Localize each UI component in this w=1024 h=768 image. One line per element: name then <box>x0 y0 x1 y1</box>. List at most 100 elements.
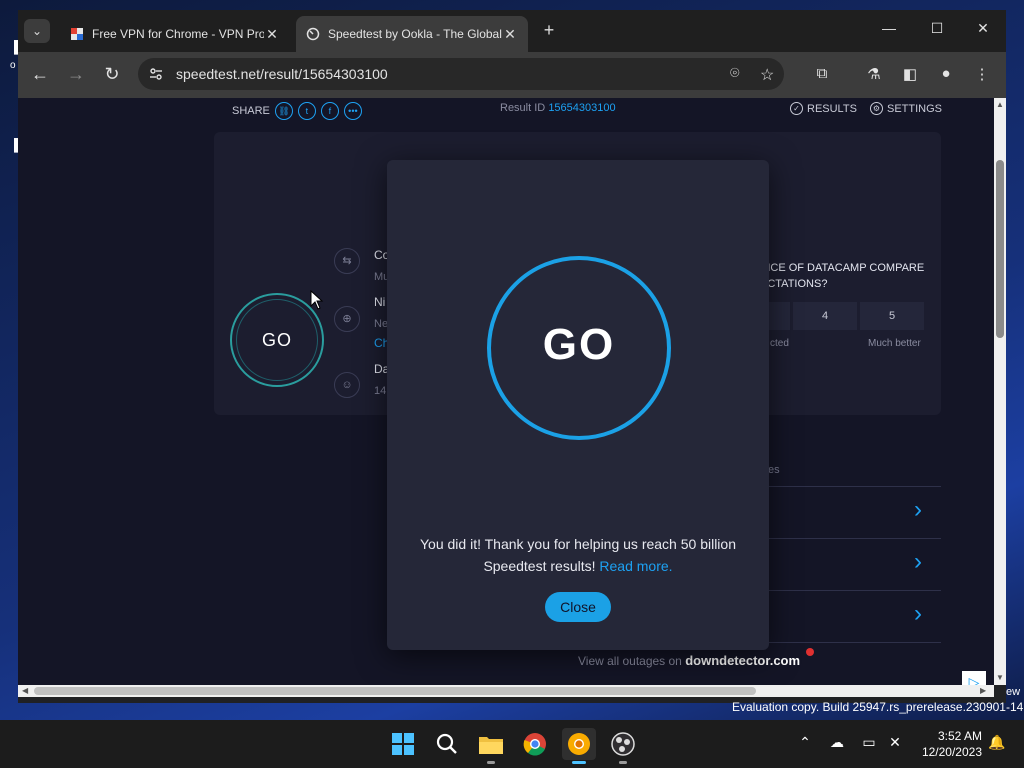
settings-link[interactable]: ⚙ SETTINGS <box>870 102 942 115</box>
modal-message-text: You did it! Thank you for helping us rea… <box>420 536 736 574</box>
scroll-down-arrow-icon[interactable]: ▼ <box>994 673 1006 682</box>
display-icon[interactable]: ▭ <box>858 734 880 751</box>
chrome-canary-button[interactable] <box>562 728 596 764</box>
close-tab-icon[interactable]: ✕ <box>502 26 518 43</box>
tab-strip: ⌄ Free VPN for Chrome - VPN Pro ✕ Speedt… <box>18 10 1006 52</box>
side-panel-icon[interactable]: ◧ <box>900 65 920 83</box>
horizontal-scrollbar[interactable]: ◀ ▶ <box>18 685 994 697</box>
outages-heading-fragment: es <box>768 464 780 476</box>
close-window-button[interactable]: ✕ <box>968 20 998 37</box>
celebration-modal: GO You did it! Thank you for helping us … <box>387 160 769 650</box>
tab-vpn[interactable]: Free VPN for Chrome - VPN Pro ✕ <box>60 16 290 52</box>
clock-time: 3:52 AM <box>937 729 982 743</box>
speedtest-page: SHARE ⛓ t f ••• Result ID 15654303100 ✓ … <box>18 98 994 685</box>
scroll-left-arrow-icon[interactable]: ◀ <box>22 685 28 697</box>
system-clock[interactable]: 3:52 AM 12/20/2023 <box>916 728 982 760</box>
result-id-label: Result ID <box>500 102 546 114</box>
tab-speedtest[interactable]: Speedtest by Ookla - The Global ✕ <box>296 16 528 52</box>
clock-date: 12/20/2023 <box>921 745 982 759</box>
more-share-icon[interactable]: ••• <box>343 102 362 120</box>
folder-icon <box>479 737 503 754</box>
vertical-scroll-thumb[interactable] <box>996 160 1004 338</box>
result-id-value[interactable]: 15654303100 <box>548 102 615 114</box>
modal-message: You did it! Thank you for helping us rea… <box>405 533 751 577</box>
chrome-canary-icon <box>568 733 590 755</box>
evaluation-watermark: Evaluation copy. Build 25947.rs_prerelea… <box>732 700 1024 714</box>
notification-bell-icon[interactable]: 🔔 <box>986 734 1008 751</box>
copy-link-icon[interactable]: ⛓ <box>274 102 293 120</box>
new-tab-button[interactable]: + <box>538 20 560 41</box>
close-button[interactable]: Close <box>545 592 611 622</box>
survey-option-3[interactable] <box>768 302 790 330</box>
adchoices-icon[interactable]: ▷ <box>962 671 986 685</box>
vertical-scrollbar[interactable]: ▲ ▼ <box>994 98 1006 685</box>
extensions-icon[interactable]: ⧉ <box>812 65 832 82</box>
location-icon[interactable]: ⌾ <box>730 65 740 83</box>
active-indicator <box>572 761 586 764</box>
scroll-right-arrow-icon[interactable]: ▶ <box>980 685 986 697</box>
survey-question-line2: ECTATIONS? <box>760 278 828 290</box>
survey-question-line1: VICE OF DATACAMP COMPARE <box>760 262 925 274</box>
scroll-up-arrow-icon[interactable]: ▲ <box>994 100 1006 109</box>
running-indicator <box>487 761 495 764</box>
volume-muted-icon[interactable]: ✕ <box>884 734 906 751</box>
maximize-button[interactable]: ☐ <box>922 20 952 37</box>
divider <box>768 642 941 643</box>
downdetector-brand: downdetector.com <box>685 653 801 668</box>
desktop-icon-fragment: o <box>10 60 16 71</box>
divider <box>768 590 941 591</box>
downdetector-link[interactable]: View all outages on downdetector.com <box>578 653 800 668</box>
chevron-right-icon[interactable]: › <box>914 496 922 524</box>
facebook-icon[interactable]: f <box>320 102 339 120</box>
survey-option-4[interactable]: 4 <box>793 302 857 330</box>
survey-label-left: cted <box>770 338 789 349</box>
chrome-button[interactable] <box>518 728 552 760</box>
results-link[interactable]: ✓ RESULTS <box>790 102 857 115</box>
search-button[interactable] <box>430 728 464 760</box>
site-info-icon[interactable] <box>148 66 164 82</box>
isp-sub: Ne <box>374 318 389 330</box>
address-bar[interactable]: speedtest.net/result/15654303100 ⌾ ☆ <box>138 58 784 90</box>
connections-icon[interactable]: ⇆ <box>334 248 360 274</box>
chrome-icon <box>523 733 546 756</box>
user-icon: ☺ <box>334 372 360 398</box>
bookmark-star-icon[interactable]: ☆ <box>760 65 774 85</box>
read-more-link[interactable]: Read more. <box>599 558 672 574</box>
survey-question: VICE OF DATACAMP COMPARE ECTATIONS? <box>760 260 924 292</box>
profile-icon[interactable]: ● <box>936 65 956 82</box>
divider <box>768 538 941 539</box>
close-tab-icon[interactable]: ✕ <box>264 26 280 43</box>
modal-go-label: GO <box>542 320 616 369</box>
back-button[interactable]: ← <box>28 64 52 84</box>
divider <box>768 486 941 487</box>
tab-title: Speedtest by Ookla - The Global <box>328 27 502 41</box>
obs-button[interactable] <box>606 728 640 764</box>
chevron-right-icon[interactable]: › <box>914 600 922 628</box>
host-sub: 14 <box>374 385 387 397</box>
start-button[interactable] <box>386 728 420 760</box>
survey-label-right: Much better <box>868 338 921 349</box>
windows-logo-icon <box>392 733 414 755</box>
network-icon[interactable]: ☁ <box>826 734 848 751</box>
reload-button[interactable]: ↻ <box>100 64 124 84</box>
url-text[interactable]: speedtest.net/result/15654303100 <box>176 66 388 82</box>
tab-search-button[interactable]: ⌄ <box>24 19 50 43</box>
chevron-right-icon[interactable]: › <box>914 548 922 576</box>
downdetector-dot-icon <box>806 648 814 656</box>
file-explorer-button[interactable] <box>474 728 508 764</box>
menu-icon[interactable]: ⋮ <box>972 65 992 83</box>
go-label: GO <box>261 330 292 350</box>
labs-flask-icon[interactable]: ⚗ <box>864 65 884 83</box>
running-indicator <box>619 761 627 764</box>
horizontal-scroll-thumb[interactable] <box>34 687 756 695</box>
forward-button[interactable]: → <box>64 64 88 84</box>
browser-toolbar: ← → ↻ speedtest.net/result/15654303100 ⌾… <box>18 52 1006 98</box>
minimize-button[interactable]: — <box>874 20 904 36</box>
survey-option-5[interactable]: 5 <box>860 302 924 330</box>
twitter-icon[interactable]: t <box>297 102 316 120</box>
desktop-edge-text: ew <box>1006 686 1021 698</box>
speedtest-favicon-icon <box>306 27 320 41</box>
gear-icon: ⚙ <box>870 102 883 115</box>
isp-title: Ni <box>374 295 386 309</box>
show-hidden-icons-chevron-icon[interactable]: ⌃ <box>794 734 816 751</box>
